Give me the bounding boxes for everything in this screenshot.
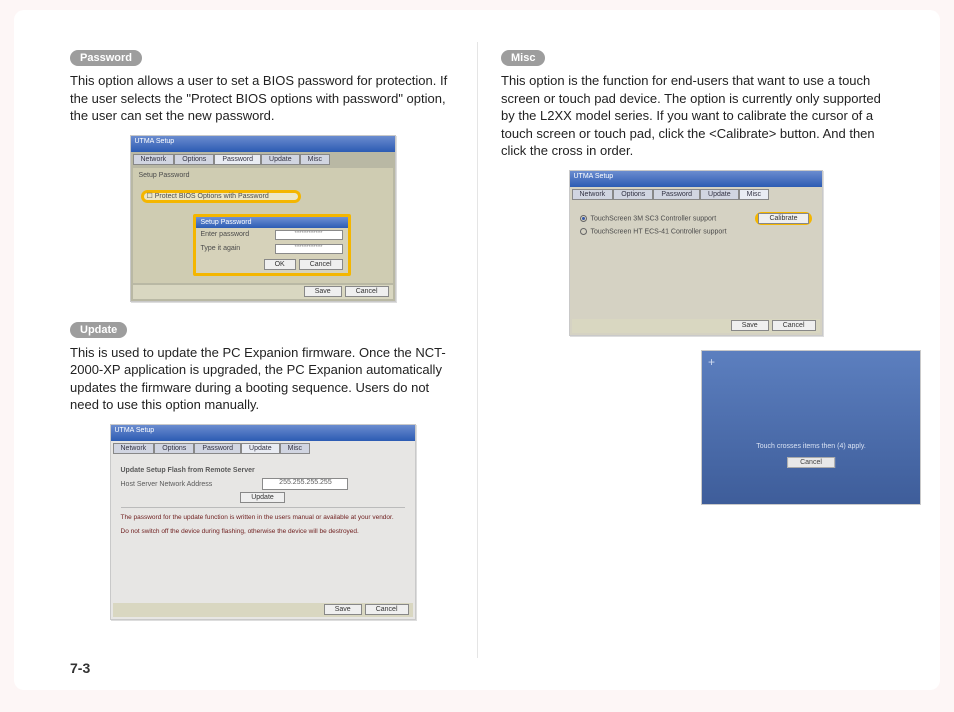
flash-heading: Update Setup Flash from Remote Server [121,467,405,474]
right-column: Misc This option is the function for end… [477,10,940,690]
calibrate-cancel-button[interactable]: Cancel [787,457,835,468]
misc-text: This option is the function for end-user… [501,72,890,160]
update-note-2: Do not switch off the device during flas… [121,528,405,536]
calibrate-highlight: Calibrate [755,212,811,225]
window-footer: Save Cancel [113,603,413,617]
cross-icon[interactable]: + [708,355,715,369]
left-column: Password This option allows a user to se… [14,10,477,690]
update-panel: Update Setup Flash from Remote Server Ho… [113,457,413,601]
tab-bar: Network Options Password Update Misc [113,443,311,454]
cancel-button[interactable]: Cancel [772,320,816,331]
save-button[interactable]: Save [324,604,362,615]
tab-misc[interactable]: Misc [300,154,330,165]
separator [121,507,405,508]
tab-password[interactable]: Password [194,443,241,454]
window-footer: Save Cancel [572,319,820,333]
enter-password-label: Enter password [201,231,271,238]
update-button[interactable]: Update [240,492,285,503]
manual-page: Password This option allows a user to se… [14,10,940,690]
calibrate-hint: Touch crosses items then (4) apply. [702,443,920,450]
tab-network[interactable]: Network [113,443,155,454]
host-address-input[interactable]: 255.255.255.255 [262,478,348,490]
window-title: UTMA Setup [570,171,822,187]
calibrate-button[interactable]: Calibrate [758,213,808,224]
tab-network[interactable]: Network [133,154,175,165]
dialog-title: Setup Password [196,217,348,228]
password-panel: Setup Password ☐ Protect BIOS Options wi… [133,168,393,283]
tab-update[interactable]: Update [241,443,280,454]
update-screenshot: UTMA Setup Network Options Password Upda… [110,424,416,620]
password-text: This option allows a user to set a BIOS … [70,72,455,125]
tab-update[interactable]: Update [261,154,300,165]
tab-bar: Network Options Password Update Misc [572,189,770,200]
cancel-button-footer[interactable]: Cancel [345,286,389,297]
tab-update[interactable]: Update [700,189,739,200]
update-heading: Update [70,322,127,338]
misc-screenshot: UTMA Setup Network Options Password Upda… [569,170,823,336]
tab-bar: Network Options Password Update Misc [133,154,331,165]
tab-network[interactable]: Network [572,189,614,200]
save-button[interactable]: Save [731,320,769,331]
tab-password[interactable]: Password [214,154,261,165]
type-again-label: Type it again [201,245,271,252]
save-button[interactable]: Save [304,286,342,297]
radio-icon [580,228,587,235]
ok-button[interactable]: OK [264,259,296,270]
touchscreen-option-1[interactable]: TouchScreen 3M SC3 Controller support [580,215,717,222]
misc-section: Misc This option is the function for end… [501,48,890,505]
radio-icon [580,215,587,222]
tab-options[interactable]: Options [613,189,653,200]
window-footer: Save Cancel [133,285,393,299]
enter-password-input[interactable]: ************ [275,230,343,240]
touchscreen-option-2[interactable]: TouchScreen HT ECS-41 Controller support [580,228,727,235]
calibrate-screenshot: + Touch crosses items then (4) apply. Ca… [701,350,921,505]
cancel-button[interactable]: Cancel [365,604,409,615]
cancel-button[interactable]: Cancel [299,259,343,270]
update-section: Update This is used to update the PC Exp… [70,320,455,620]
misc-heading: Misc [501,50,545,66]
page-number: 7-3 [70,660,90,676]
tab-options[interactable]: Options [174,154,214,165]
update-note-1: The password for the update function is … [121,514,405,522]
update-text: This is used to update the PC Expanion f… [70,344,455,414]
window-title: UTMA Setup [131,136,395,152]
tab-misc[interactable]: Misc [739,189,769,200]
host-address-label: Host Server Network Address [121,481,261,488]
type-again-input[interactable]: ************ [275,244,343,254]
tab-password[interactable]: Password [653,189,700,200]
password-heading: Password [70,50,142,66]
tab-misc[interactable]: Misc [280,443,310,454]
setup-password-dialog: Setup Password Enter password **********… [193,214,351,276]
protect-option-text: Protect BIOS Options with Password [155,193,269,200]
password-screenshot: UTMA Setup Network Options Password Upda… [130,135,396,302]
setup-password-label: Setup Password [133,168,393,183]
tab-options[interactable]: Options [154,443,194,454]
protect-option-checkbox[interactable]: ☐ Protect BIOS Options with Password [147,192,269,200]
misc-panel: TouchScreen 3M SC3 Controller support Ca… [572,203,820,317]
window-title: UTMA Setup [111,425,415,441]
password-section: Password This option allows a user to se… [70,48,455,302]
